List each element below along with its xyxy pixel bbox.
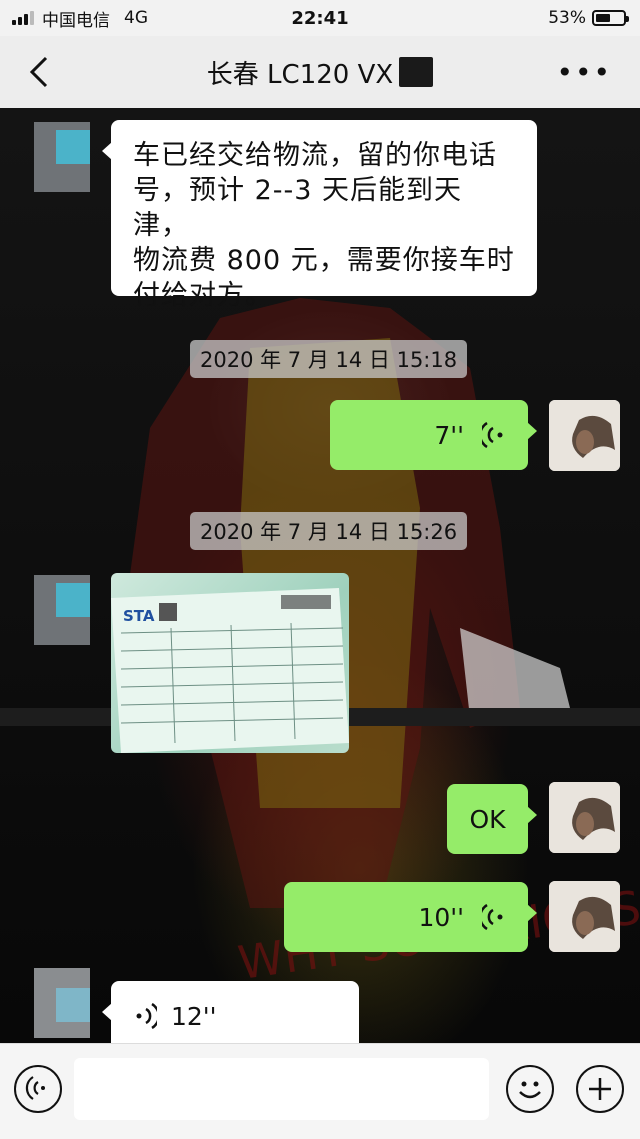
- plus-button[interactable]: [576, 1065, 624, 1113]
- message-bubble-text[interactable]: 车已经交给物流，留的你电话 号，预计 2--3 天后能到天津， 物流费 800 …: [102, 120, 537, 311]
- message-text: OK: [469, 804, 506, 834]
- input-bar: [0, 1043, 640, 1139]
- back-button[interactable]: [22, 52, 62, 92]
- network-label: 4G: [124, 8, 148, 28]
- message-bubble-text[interactable]: OK: [447, 784, 537, 854]
- my-avatar[interactable]: [549, 400, 620, 471]
- user-photo-icon: [549, 400, 620, 471]
- carrier-label: 中国电信: [42, 10, 110, 31]
- user-photo-icon: [549, 881, 620, 952]
- more-dots-icon: •••: [556, 56, 612, 89]
- message-line: 号，预计 2--3 天后能到天津，: [133, 175, 463, 241]
- voice-message-bubble[interactable]: 10'': [284, 882, 537, 952]
- chat-area[interactable]: WHY SO SERIOUS 车已经交给物流，留的你电话 号，预计 2--3 天…: [0, 108, 640, 1043]
- more-button[interactable]: •••: [556, 56, 612, 89]
- chat-title: 长春 LC120 VX: [206, 54, 434, 91]
- chat-title-text: 长春 LC120 VX: [206, 59, 394, 90]
- voice-duration: 7'': [434, 420, 464, 450]
- chat-header: 长春 LC120 VX •••: [0, 36, 640, 108]
- image-message[interactable]: STA: [111, 573, 349, 753]
- message-line: 车已经交给物流，留的你电话: [133, 140, 497, 171]
- voice-message-bubble[interactable]: 12'': [102, 981, 359, 1043]
- svg-text:STA: STA: [123, 607, 155, 625]
- voice-wave-icon: [136, 1003, 157, 1029]
- contact-avatar[interactable]: [34, 122, 90, 192]
- redaction-block: [399, 57, 434, 87]
- status-bar: 中国电信 4G 22:41 53%: [0, 0, 640, 36]
- clock: 22:41: [291, 7, 349, 29]
- timestamp: 2020 年 7 月 14 日 15:26: [190, 512, 468, 550]
- voice-wave-icon: [482, 422, 503, 448]
- plus-icon: [589, 1078, 611, 1100]
- emoji-icon: [519, 1081, 541, 1099]
- message-line: 物流费 800 元，需要你接车时: [133, 245, 515, 276]
- message-input[interactable]: [74, 1058, 489, 1120]
- voice-mode-button[interactable]: [14, 1065, 62, 1113]
- user-photo-icon: [549, 782, 620, 853]
- message-line: 付给对方。: [133, 280, 273, 311]
- voice-message-bubble[interactable]: 7'': [330, 400, 537, 470]
- emoji-button[interactable]: [506, 1065, 554, 1113]
- my-avatar[interactable]: [549, 782, 620, 853]
- battery-icon: [592, 10, 629, 26]
- voice-duration: 12'': [171, 1001, 217, 1031]
- signal-icon: [12, 11, 34, 25]
- logistics-receipt-photo: STA: [111, 588, 349, 753]
- contact-avatar[interactable]: [34, 575, 90, 645]
- my-avatar[interactable]: [549, 881, 620, 952]
- contact-avatar[interactable]: [34, 968, 90, 1038]
- voice-mode-icon: [25, 1076, 45, 1100]
- battery-percent: 53%: [548, 8, 586, 28]
- timestamp: 2020 年 7 月 14 日 15:18: [190, 340, 468, 378]
- voice-wave-icon: [482, 904, 503, 930]
- voice-duration: 10'': [418, 902, 464, 932]
- chevron-left-icon: [29, 56, 48, 88]
